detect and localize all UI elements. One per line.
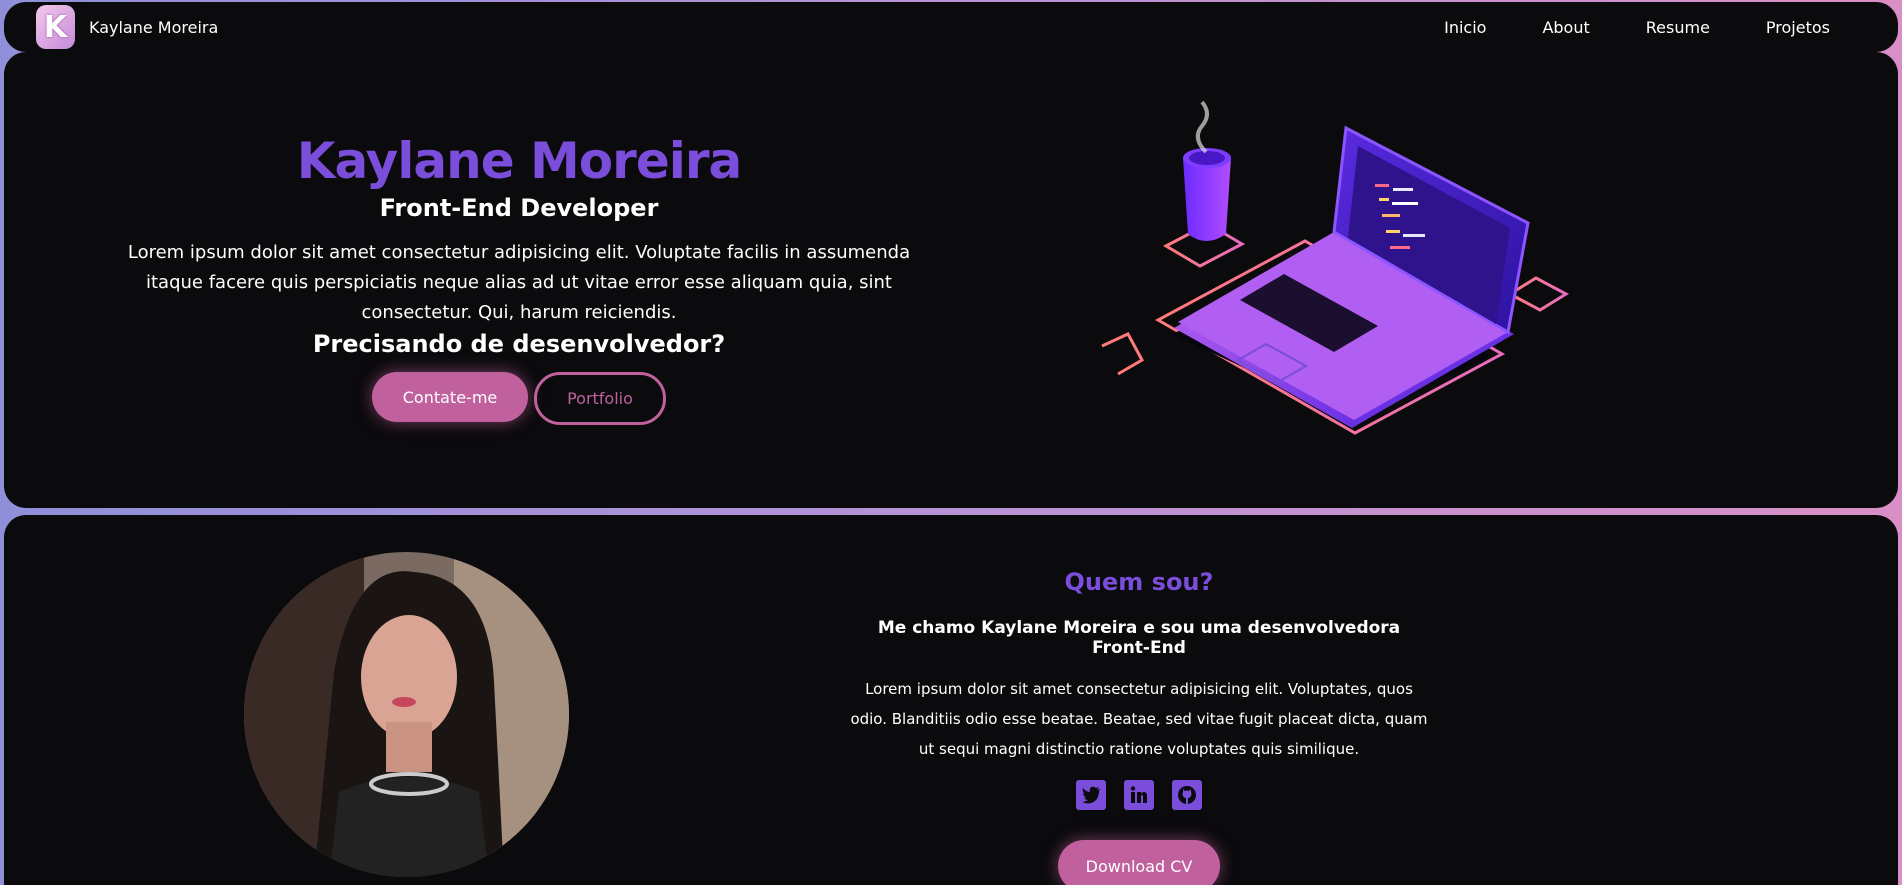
nav-link-about[interactable]: About xyxy=(1542,18,1589,37)
about-text: Quem sou? Me chamo Kaylane Moreira e sou… xyxy=(849,568,1429,885)
about-section: Quem sou? Me chamo Kaylane Moreira e sou… xyxy=(4,515,1898,885)
hero-name: Kaylane Moreira xyxy=(296,132,743,190)
nav-link-resume[interactable]: Resume xyxy=(1646,18,1710,37)
about-subtitle: Me chamo Kaylane Moreira e sou uma desen… xyxy=(877,618,1401,658)
hero-role: Front-End Developer xyxy=(379,194,659,222)
github-icon[interactable] xyxy=(1172,780,1202,810)
nav-link-inicio[interactable]: Inicio xyxy=(1444,18,1486,37)
hero-description: Lorem ipsum dolor sit amet consectetur a… xyxy=(127,242,911,323)
profile-photo xyxy=(244,552,569,877)
brand-name[interactable]: Kaylane Moreira xyxy=(89,18,218,37)
hero-question: Precisando de desenvolvedor? xyxy=(312,330,726,358)
hero-section: Kaylane Moreira Front-End Developer Lore… xyxy=(4,52,1898,508)
portfolio-button[interactable]: Portfolio xyxy=(534,372,666,425)
linkedin-icon[interactable] xyxy=(1124,780,1154,810)
hero-buttons: Contate-me Portfolio xyxy=(96,372,942,425)
social-links xyxy=(849,780,1429,810)
about-description: Lorem ipsum dolor sit amet consectetur a… xyxy=(850,680,1428,758)
hero-text: Kaylane Moreira Front-End Developer Lore… xyxy=(96,132,942,425)
download-cv-button[interactable]: Download CV xyxy=(1058,840,1220,885)
contact-button[interactable]: Contate-me xyxy=(372,372,528,422)
about-title: Quem sou? xyxy=(1064,568,1214,596)
nav-links: Inicio About Resume Projetos xyxy=(1388,18,1830,37)
logo[interactable]: K xyxy=(36,5,75,49)
nav-link-projetos[interactable]: Projetos xyxy=(1766,18,1830,37)
navbar: K Kaylane Moreira Inicio About Resume Pr… xyxy=(4,2,1898,52)
laptop-illustration xyxy=(1101,100,1570,435)
twitter-icon[interactable] xyxy=(1076,780,1106,810)
